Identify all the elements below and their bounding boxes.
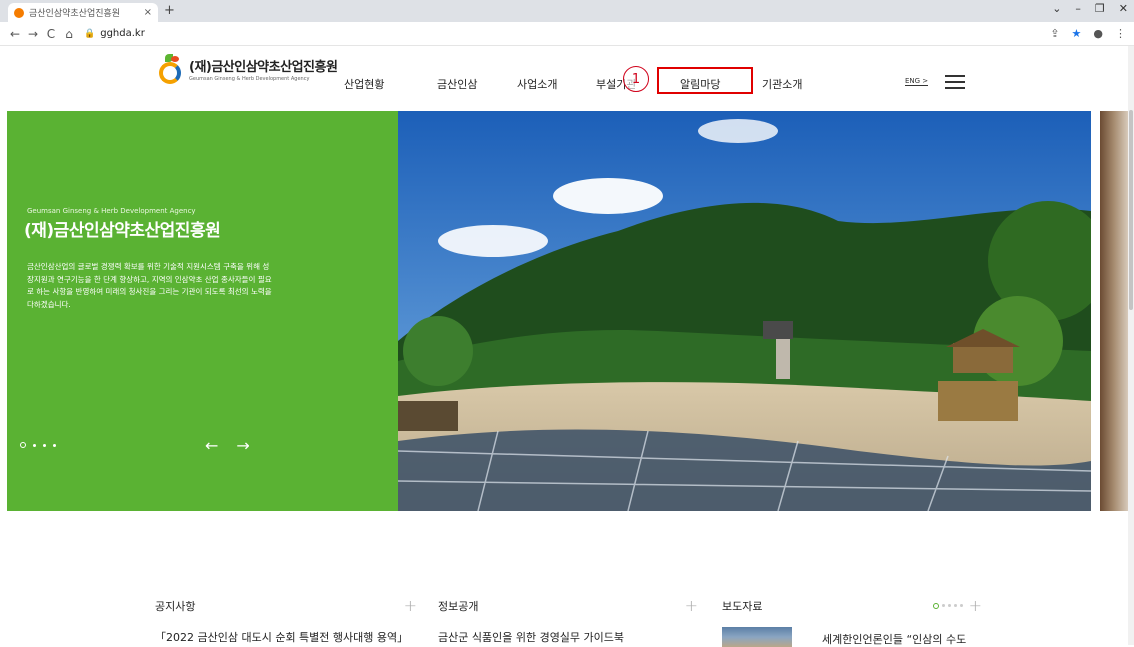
bookmark-star-icon[interactable]: ★ xyxy=(1072,27,1082,40)
next-slide-arrow-icon[interactable]: → xyxy=(236,436,249,455)
tab-search-icon[interactable]: ⌄ xyxy=(1052,2,1061,15)
notice-section: 공지사항 + 「2022 금산인삼 대도시 순회 특별전 행사대행 용역」 xyxy=(155,596,417,645)
back-button[interactable]: ← xyxy=(6,27,24,41)
notice-item[interactable]: 「2022 금산인삼 대도시 순회 특별전 행사대행 용역」 xyxy=(155,629,417,645)
address-bar-actions: ⇪ ★ ● ⋮ xyxy=(1050,27,1126,40)
hero-park-photo xyxy=(398,111,1091,511)
menu-about[interactable]: 기관소개 xyxy=(762,76,802,92)
address-bar: ← → C ⌂ 🔒 gghda.kr ⇪ ★ ● ⋮ xyxy=(0,22,1134,46)
slide-dot[interactable] xyxy=(20,442,26,448)
close-window-button[interactable]: ✕ xyxy=(1119,2,1128,15)
hero-title: (재)금산인삼약초산업진흥원 xyxy=(24,221,221,241)
press-dot[interactable] xyxy=(941,604,945,607)
slide-dot[interactable] xyxy=(53,443,56,447)
more-menu-icon[interactable]: ⋮ xyxy=(1115,27,1126,40)
share-icon[interactable]: ⇪ xyxy=(1050,27,1059,40)
press-dot[interactable] xyxy=(932,602,939,609)
info-more-plus-icon[interactable]: + xyxy=(685,596,698,615)
browser-tab[interactable]: 금산인삼약초산업진흥원 × xyxy=(8,3,158,22)
maximize-button[interactable]: ❐ xyxy=(1095,2,1105,15)
close-tab-icon[interactable]: × xyxy=(144,7,152,18)
menu-geumsan-ginseng[interactable]: 금산인삼 xyxy=(437,76,477,92)
prev-slide-arrow-icon[interactable]: ← xyxy=(205,436,218,455)
press-dot[interactable] xyxy=(959,604,963,607)
press-heading[interactable]: 보도자료 xyxy=(722,598,762,614)
tab-title: 금산인삼약초산업진흥원 xyxy=(29,9,121,19)
forward-button[interactable]: → xyxy=(24,27,42,41)
press-dot[interactable] xyxy=(947,604,951,607)
step-number-annotation: 1 xyxy=(623,66,649,92)
hamburger-menu-icon[interactable] xyxy=(945,75,965,89)
hero-english-name: Geumsan Ginseng & Herb Development Agenc… xyxy=(27,207,196,215)
slide-indicator xyxy=(20,442,56,448)
url-text: gghda.kr xyxy=(100,28,145,39)
browser-tab-bar: 금산인삼약초산업진흥원 × + ⌄ – ❐ ✕ xyxy=(0,0,1134,22)
press-slide-indicator xyxy=(932,602,963,609)
menu-industry-status[interactable]: 산업현황 xyxy=(344,76,384,92)
profile-icon[interactable]: ● xyxy=(1093,27,1103,40)
slide-arrows: ← → xyxy=(205,436,250,455)
minimize-button[interactable]: – xyxy=(1075,2,1081,15)
notice-heading[interactable]: 공지사항 xyxy=(155,598,195,614)
logo-subtitle: Geumsan Ginseng & Herb Development Agenc… xyxy=(189,76,310,82)
logo-title: (재)금산인삼약초산업진흥원 xyxy=(189,60,338,75)
slide-dot[interactable] xyxy=(43,443,46,447)
site-logo[interactable]: (재)금산인삼약초산업진흥원 Geumsan Ginseng & Herb De… xyxy=(157,54,338,84)
notice-more-plus-icon[interactable]: + xyxy=(404,596,417,615)
site-favicon-icon xyxy=(14,7,24,18)
press-section: 보도자료 + xyxy=(722,596,982,615)
reload-button[interactable]: C xyxy=(42,27,60,41)
press-more-plus-icon[interactable]: + xyxy=(969,596,982,615)
info-heading[interactable]: 정보공개 xyxy=(438,598,478,614)
info-item[interactable]: 금산군 식품인을 위한 경영실무 가이드북 xyxy=(438,629,698,645)
slide-dot[interactable] xyxy=(33,443,36,447)
home-button[interactable]: ⌂ xyxy=(60,27,78,41)
logo-emblem-icon xyxy=(157,54,183,84)
lock-icon: 🔒 xyxy=(84,28,96,39)
hero-text-panel: Geumsan Ginseng & Herb Development Agenc… xyxy=(7,111,398,511)
language-switch[interactable]: ENG > xyxy=(905,77,929,86)
site-header: (재)금산인삼약초산업진흥원 Geumsan Ginseng & Herb De… xyxy=(0,46,1134,110)
press-dot[interactable] xyxy=(953,604,957,607)
info-disclosure-section: 정보공개 + 금산군 식품인을 위한 경영실무 가이드북 xyxy=(438,596,698,645)
page-scrollbar-thumb[interactable] xyxy=(1129,110,1133,310)
press-thumbnail[interactable] xyxy=(722,627,792,647)
menu-business[interactable]: 사업소개 xyxy=(517,76,557,92)
url-field[interactable]: 🔒 gghda.kr xyxy=(84,28,145,39)
new-tab-button[interactable]: + xyxy=(164,3,175,18)
window-controls: ⌄ – ❐ ✕ xyxy=(1052,2,1128,15)
hero-description: 금산인삼산업의 글로벌 경쟁력 확보를 위한 기술적 지원시스템 구축을 위해 … xyxy=(27,262,272,309)
highlight-annotation-box xyxy=(657,67,753,94)
